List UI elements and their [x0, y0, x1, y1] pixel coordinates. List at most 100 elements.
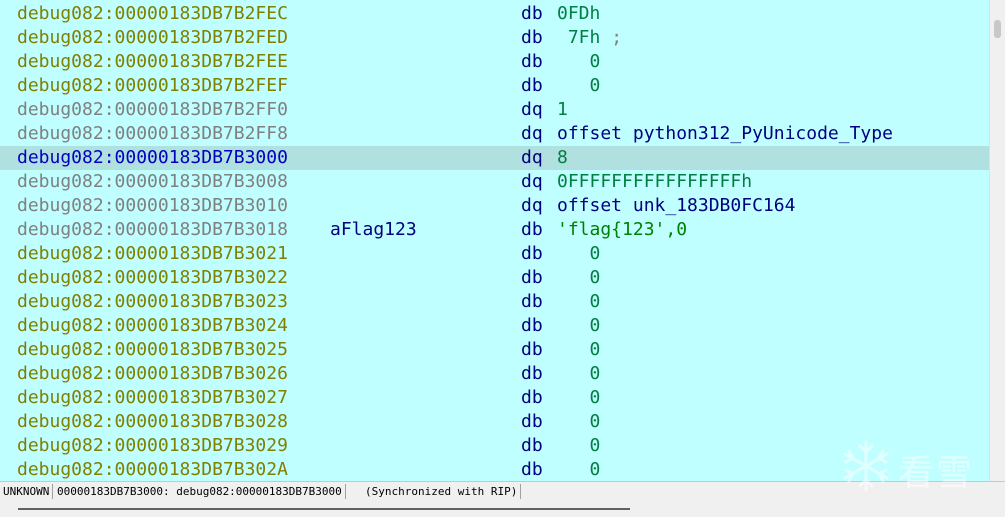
disasm-line[interactable]: debug082:00000183DB7B3018 aFlag123 db 'flag… — [0, 218, 989, 242]
line-operand: 8 — [557, 147, 568, 168]
disasm-line[interactable]: debug082:00000183DB7B3008 dq 0FFFFFFFFFFFF… — [0, 170, 989, 194]
disasm-line[interactable]: debug082:00000183DB7B302A db 0 — [0, 458, 989, 481]
status-mode: UNKNOWN — [0, 484, 54, 499]
line-operand: 0 — [557, 315, 601, 336]
line-operand-group: 8 — [557, 146, 568, 170]
line-directive: db — [521, 267, 543, 288]
disasm-line[interactable]: debug082:00000183DB7B3025 db 0 — [0, 338, 989, 362]
disasm-line[interactable]: debug082:00000183DB7B3029 db 0 — [0, 434, 989, 458]
disasm-line[interactable]: debug082:00000183DB7B3021 db 0 — [0, 242, 989, 266]
line-operand-group: 0 — [557, 50, 601, 74]
line-operand: 0FDh — [557, 3, 601, 24]
disasm-line[interactable]: debug082:00000183DB7B2FEF db 0 — [0, 74, 989, 98]
line-operand-group: 0 — [557, 386, 601, 410]
line-address[interactable]: debug082:00000183DB7B3010 — [17, 194, 288, 218]
line-address[interactable]: debug082:00000183DB7B3000 — [17, 146, 288, 170]
disasm-line[interactable]: debug082:00000183DB7B3022 db 0 — [0, 266, 989, 290]
line-directive: db — [521, 411, 543, 432]
line-directive: db — [521, 363, 543, 384]
line-address[interactable]: debug082:00000183DB7B2FEE — [17, 50, 288, 74]
line-directive: db — [521, 243, 543, 264]
line-address[interactable]: debug082:00000183DB7B2FF0 — [17, 98, 288, 122]
line-address[interactable]: debug082:00000183DB7B3018 — [17, 218, 288, 242]
line-label[interactable]: aFlag123 — [330, 218, 417, 242]
line-operand-group: 0 — [557, 266, 601, 290]
disasm-line[interactable]: debug082:00000183DB7B2FEE db 0 — [0, 50, 989, 74]
line-address[interactable]: debug082:00000183DB7B3025 — [17, 338, 288, 362]
disasm-line[interactable]: debug082:00000183DB7B3023 db 0 — [0, 290, 989, 314]
line-address[interactable]: debug082:00000183DB7B2FED — [17, 26, 288, 50]
disasm-line[interactable]: debug082:00000183DB7B3026 db 0 — [0, 362, 989, 386]
line-operand-group: offset unk_183DB0FC164 — [557, 194, 795, 218]
line-address[interactable]: debug082:00000183DB7B3021 — [17, 242, 288, 266]
line-operand-group: 0 — [557, 242, 601, 266]
line-operand: 0 — [557, 291, 601, 312]
line-operand: 0 — [557, 459, 601, 480]
line-directive: db — [521, 315, 543, 336]
line-operand: 7Fh — [557, 27, 601, 48]
line-operand: 0 — [557, 411, 601, 432]
line-directive: db — [521, 27, 543, 48]
disasm-line[interactable]: debug082:00000183DB7B2FEC db 0FDh — [0, 2, 989, 26]
line-operand-group: 0FFFFFFFFFFFFFFFFh — [557, 170, 752, 194]
disasm-line[interactable]: debug082:00000183DB7B3027 db 0 — [0, 386, 989, 410]
line-address[interactable]: debug082:00000183DB7B2FF8 — [17, 122, 288, 146]
line-directive: dq — [521, 195, 543, 216]
line-directive: dq — [521, 171, 543, 192]
line-operand-group: 7Fh ; — [557, 26, 622, 50]
line-address[interactable]: debug082:00000183DB7B3023 — [17, 290, 288, 314]
line-operand-group: 'flag{123',0 — [557, 218, 687, 242]
disasm-line[interactable]: debug082:00000183DB7B2FF0 dq 1 — [0, 98, 989, 122]
line-operand: 0 — [557, 339, 601, 360]
line-operand[interactable]: offset python312_PyUnicode_Type — [557, 123, 893, 144]
line-directive: dq — [521, 123, 543, 144]
line-operand: 1 — [557, 99, 568, 120]
line-operand: 0 — [557, 51, 601, 72]
disassembly-view[interactable]: debug082:00000183DB7B2FEC db 0FDh debug082:… — [0, 0, 989, 481]
line-directive: db — [521, 219, 543, 240]
line-operand: 0 — [557, 267, 601, 288]
line-address[interactable]: debug082:00000183DB7B3028 — [17, 410, 288, 434]
line-address[interactable]: debug082:00000183DB7B3024 — [17, 314, 288, 338]
line-operand-group: 0 — [557, 314, 601, 338]
line-operand-group: 1 — [557, 98, 568, 122]
disasm-line[interactable]: debug082:00000183DB7B3028 db 0 — [0, 410, 989, 434]
line-address[interactable]: debug082:00000183DB7B3029 — [17, 434, 288, 458]
line-directive: dq — [521, 99, 543, 120]
status-sync: (Synchronized with RIP) — [362, 484, 522, 499]
disasm-line[interactable]: debug082:00000183DB7B3024 db 0 — [0, 314, 989, 338]
line-operand[interactable]: offset unk_183DB0FC164 — [557, 195, 795, 216]
status-location: 00000183DB7B3000: debug082:00000183DB7B3… — [54, 484, 346, 499]
line-directive: db — [521, 459, 543, 480]
line-operand-group: 0 — [557, 338, 601, 362]
line-address[interactable]: debug082:00000183DB7B3022 — [17, 266, 288, 290]
horizontal-scrollbar[interactable] — [0, 502, 1005, 517]
line-address[interactable]: debug082:00000183DB7B302A — [17, 458, 288, 481]
line-address[interactable]: debug082:00000183DB7B3026 — [17, 362, 288, 386]
horizontal-scroll-thumb[interactable] — [18, 508, 630, 510]
line-operand: 0FFFFFFFFFFFFFFFFh — [557, 171, 753, 192]
line-operand-group: 0 — [557, 74, 601, 98]
vertical-scrollbar[interactable] — [989, 0, 1005, 481]
line-address[interactable]: debug082:00000183DB7B2FEC — [17, 2, 288, 26]
line-operand-group: 0FDh — [557, 2, 600, 26]
line-directive: dq — [521, 147, 543, 168]
line-address[interactable]: debug082:00000183DB7B3027 — [17, 386, 288, 410]
status-bar: UNKNOWN 00000183DB7B3000: debug082:00000… — [0, 481, 1005, 502]
line-operand: 0 — [557, 363, 601, 384]
line-operand-group: 0 — [557, 362, 601, 386]
line-operand-group: 0 — [557, 458, 601, 481]
line-operand-group: offset python312_PyUnicode_Type — [557, 122, 893, 146]
line-address[interactable]: debug082:00000183DB7B2FEF — [17, 74, 288, 98]
line-operand: 'flag{123',0 — [557, 219, 688, 240]
line-address[interactable]: debug082:00000183DB7B3008 — [17, 170, 288, 194]
line-directive: db — [521, 435, 543, 456]
line-directive: db — [521, 3, 543, 24]
disasm-line[interactable]: debug082:00000183DB7B2FF8 dq offset python… — [0, 122, 989, 146]
vertical-scroll-thumb[interactable] — [994, 20, 1001, 38]
disasm-line[interactable]: debug082:00000183DB7B3010 dq offset unk_18… — [0, 194, 989, 218]
line-operand: 0 — [557, 243, 601, 264]
line-directive: db — [521, 51, 543, 72]
disasm-line[interactable]: debug082:00000183DB7B3000 dq 8 — [0, 146, 989, 170]
disasm-line[interactable]: debug082:00000183DB7B2FED db 7Fh ; — [0, 26, 989, 50]
